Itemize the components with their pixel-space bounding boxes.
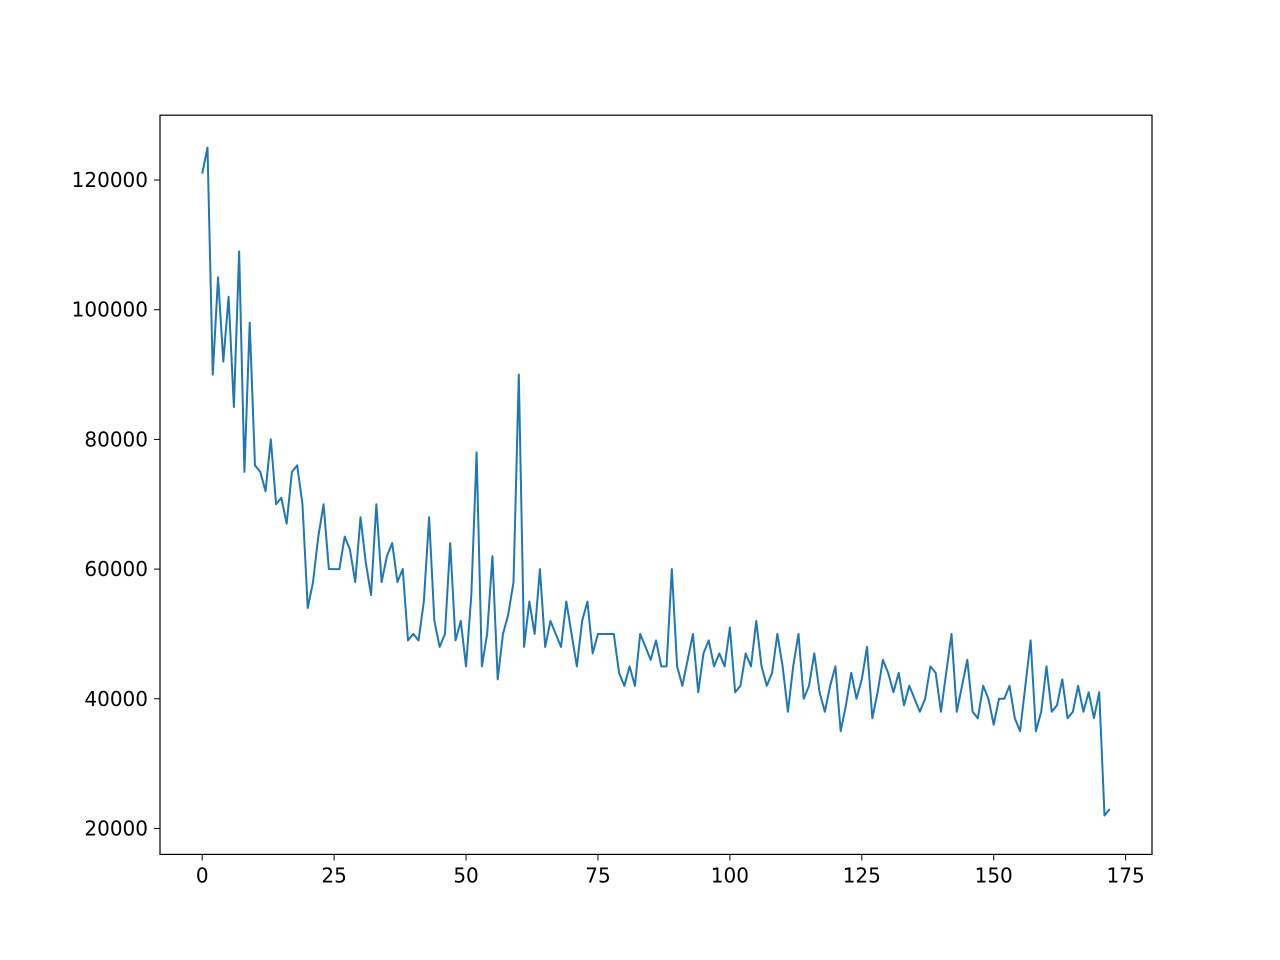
x-tick-label: 50 — [453, 863, 478, 887]
x-tick-label: 100 — [711, 863, 749, 887]
data-series-line — [202, 148, 1110, 816]
y-tick-label: 120000 — [72, 168, 148, 192]
x-tick-label: 125 — [843, 863, 881, 887]
x-tick-label: 0 — [196, 863, 209, 887]
x-tick-label: 75 — [585, 863, 610, 887]
y-tick-label: 80000 — [84, 427, 148, 451]
y-tick-label: 40000 — [84, 687, 148, 711]
line-chart: 0 25 50 75 100 125 150 175 20000 40000 60000 80000 1… — [0, 0, 1280, 960]
chart-container: 0 25 50 75 100 125 150 175 20000 40000 60000 80000 1… — [0, 0, 1280, 960]
x-tick-label: 25 — [321, 863, 346, 887]
y-tick-label: 20000 — [84, 816, 148, 840]
x-tick-label: 175 — [1107, 863, 1145, 887]
y-tick-label: 100000 — [72, 298, 148, 322]
x-tick-label: 150 — [975, 863, 1013, 887]
plot-area — [160, 115, 1152, 854]
y-tick-label: 60000 — [84, 557, 148, 581]
